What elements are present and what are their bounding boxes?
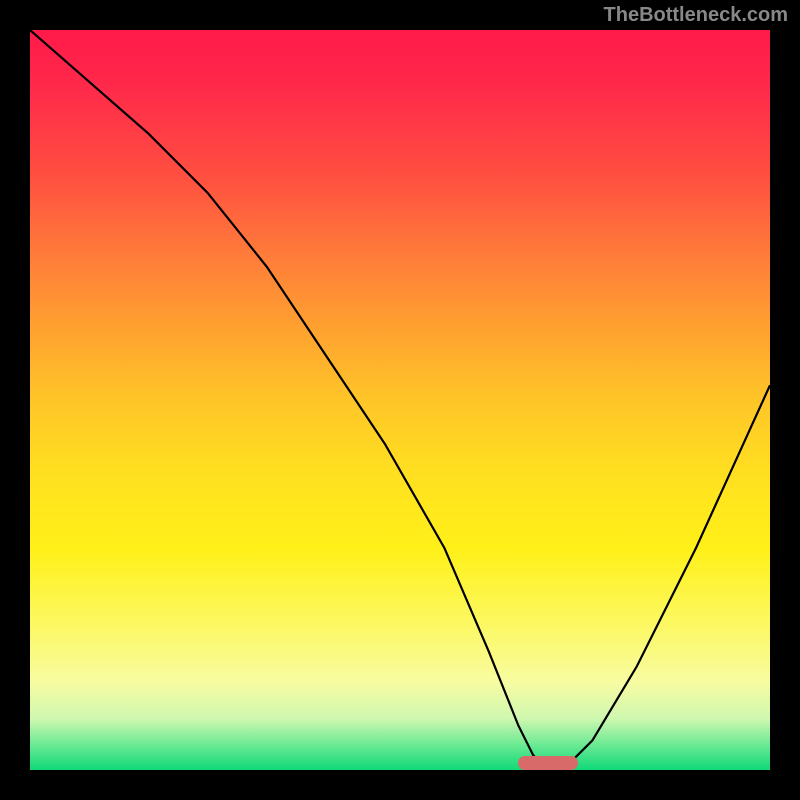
curve-svg	[30, 30, 770, 770]
plot-area	[30, 30, 770, 770]
watermark-text: TheBottleneck.com	[604, 4, 788, 27]
bottleneck-curve	[30, 30, 770, 770]
chart-container: TheBottleneck.com	[0, 0, 800, 800]
optimal-marker	[518, 756, 577, 770]
